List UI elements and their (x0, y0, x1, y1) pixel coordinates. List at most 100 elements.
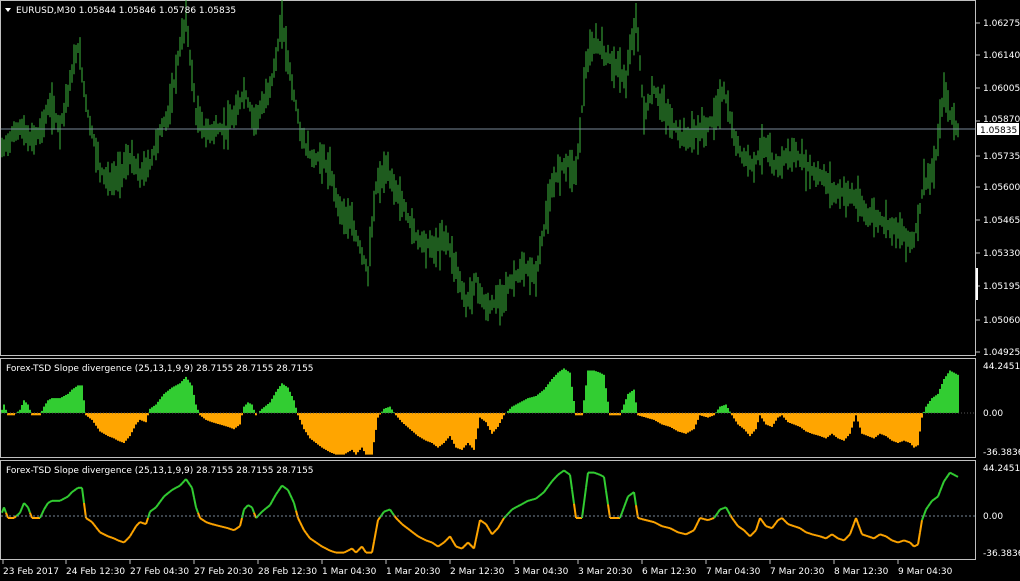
indicator2-axis: 44.2451 0.00 -36.3836 (983, 464, 1020, 559)
oscillator-segment (827, 534, 831, 538)
time-tick-label: 7 Mar 04:30 (706, 567, 761, 577)
oscillator-segment (313, 540, 317, 544)
oscillator-segment (89, 519, 93, 523)
oscillator-segment (187, 481, 191, 486)
oscillator-segment (391, 511, 395, 516)
oscillator-segment (259, 511, 263, 515)
oscillator-segment (425, 539, 429, 543)
oscillator-segment (831, 533, 835, 537)
oscillator-segment (81, 487, 85, 504)
oscillator-segment (917, 532, 921, 545)
oscillator-segment (95, 526, 99, 531)
oscillator-segment (943, 477, 947, 482)
oscillator-segment (951, 472, 955, 476)
oscillator-segment (137, 521, 141, 525)
oscillator-segment (727, 510, 731, 516)
oscillator-segment (409, 529, 413, 533)
oscillator-segment (139, 521, 143, 524)
oscillator-segment (513, 506, 517, 510)
oscillator-segment (169, 489, 173, 493)
time-tick-label: 24 Feb 12:30 (66, 567, 125, 577)
oscillator-segment (97, 529, 101, 533)
indicator1-tick-max: 44.2451 (983, 362, 1020, 372)
oscillator-segment (219, 525, 223, 528)
oscillator-segment (469, 543, 473, 548)
oscillator-segment (795, 525, 799, 529)
price-tick-label: 1.06140 (983, 51, 1020, 61)
time-axis: 23 Feb 2017 24 Feb 12:30 27 Feb 04:30 27… (2, 560, 953, 577)
oscillator-segment (717, 508, 721, 513)
indicator2-title: Forex-TSD Slope divergence (25,13,1,9,9)… (6, 466, 314, 476)
time-tick-label: 9 Mar 04:30 (898, 567, 953, 577)
oscillator-segment (899, 540, 903, 543)
oscillator-segment (415, 533, 419, 538)
oscillator-segment (857, 523, 861, 530)
oscillator-segment (281, 484, 285, 488)
oscillator-segment (939, 485, 943, 492)
symbol-menu-arrow-icon[interactable] (5, 8, 11, 12)
oscillator-segment (109, 536, 113, 539)
oscillator-segment (799, 527, 803, 531)
oscillator-segment (653, 521, 657, 524)
price-tick-label: 1.05465 (983, 216, 1020, 226)
oscillator-segment (819, 535, 823, 538)
oscillator-segment (443, 539, 447, 544)
chart-area[interactable]: 1.05835 EURUSD,M30 1.05844 1.05846 1.057… (0, 0, 1020, 581)
oscillator-segment (5, 512, 9, 519)
oscillator-segment (919, 519, 923, 533)
oscillator-segment (711, 517, 715, 520)
oscillator-segment (533, 497, 537, 501)
oscillator-segment (639, 517, 643, 521)
oscillator-segment (725, 506, 729, 512)
oscillator-segment (495, 527, 499, 531)
oscillator-segment (801, 528, 805, 532)
oscillator-segment (191, 487, 195, 498)
oscillator-segment (803, 530, 807, 534)
oscillator-segment (709, 517, 713, 521)
oscillator-segment (877, 533, 881, 537)
oscillator-segment (235, 526, 239, 530)
oscillator-segment (583, 487, 587, 504)
oscillator-segment (775, 519, 779, 524)
oscillator-segment (133, 525, 137, 531)
oscillator-segment (529, 498, 533, 502)
oscillator-segment (155, 504, 159, 508)
oscillator-segment (651, 520, 655, 524)
oscillator-segment (597, 473, 601, 476)
oscillator-segment (787, 523, 791, 526)
oscillator-segment (445, 537, 449, 542)
oscillator-segment (759, 517, 763, 522)
indicator1-title: Forex-TSD Slope divergence (25,13,1,9,9)… (6, 364, 314, 374)
oscillator-segment (491, 531, 495, 536)
oscillator-segment (227, 527, 231, 530)
oscillator-segment (895, 540, 899, 544)
oscillator-segment (703, 518, 707, 521)
oscillator-segment (467, 541, 471, 546)
oscillator-segment (315, 541, 319, 545)
oscillator-segment (305, 532, 309, 537)
oscillator-segment (383, 509, 387, 513)
indicator2-tick-min: -36.3836 (983, 549, 1020, 559)
oscillator-segment (785, 521, 789, 525)
oscillator-segment (637, 517, 641, 520)
oscillator-segment (377, 516, 381, 521)
oscillator-segment (923, 509, 927, 516)
oscillator-segment (205, 521, 209, 524)
oscillator-segment (813, 533, 817, 537)
oscillator-segment (223, 526, 227, 529)
time-tick-label: 3 Mar 04:30 (514, 567, 569, 577)
oscillator-segment (363, 549, 367, 554)
indicator1-tick-zero: 0.00 (983, 409, 1003, 419)
oscillator-segment (679, 531, 683, 535)
oscillator-segment (885, 535, 889, 539)
oscillator-segment (913, 544, 917, 548)
oscillator-segment (421, 537, 425, 541)
oscillator-segment (211, 523, 215, 526)
oscillator-segment (933, 497, 937, 501)
time-tick-label: 27 Feb 20:30 (194, 567, 253, 577)
time-tick-label: 27 Feb 04:30 (130, 567, 189, 577)
oscillator-segment (291, 498, 295, 504)
oscillator-segment (71, 489, 75, 493)
oscillator-segment (565, 471, 569, 475)
time-tick-label: 1 Mar 04:30 (322, 567, 377, 577)
